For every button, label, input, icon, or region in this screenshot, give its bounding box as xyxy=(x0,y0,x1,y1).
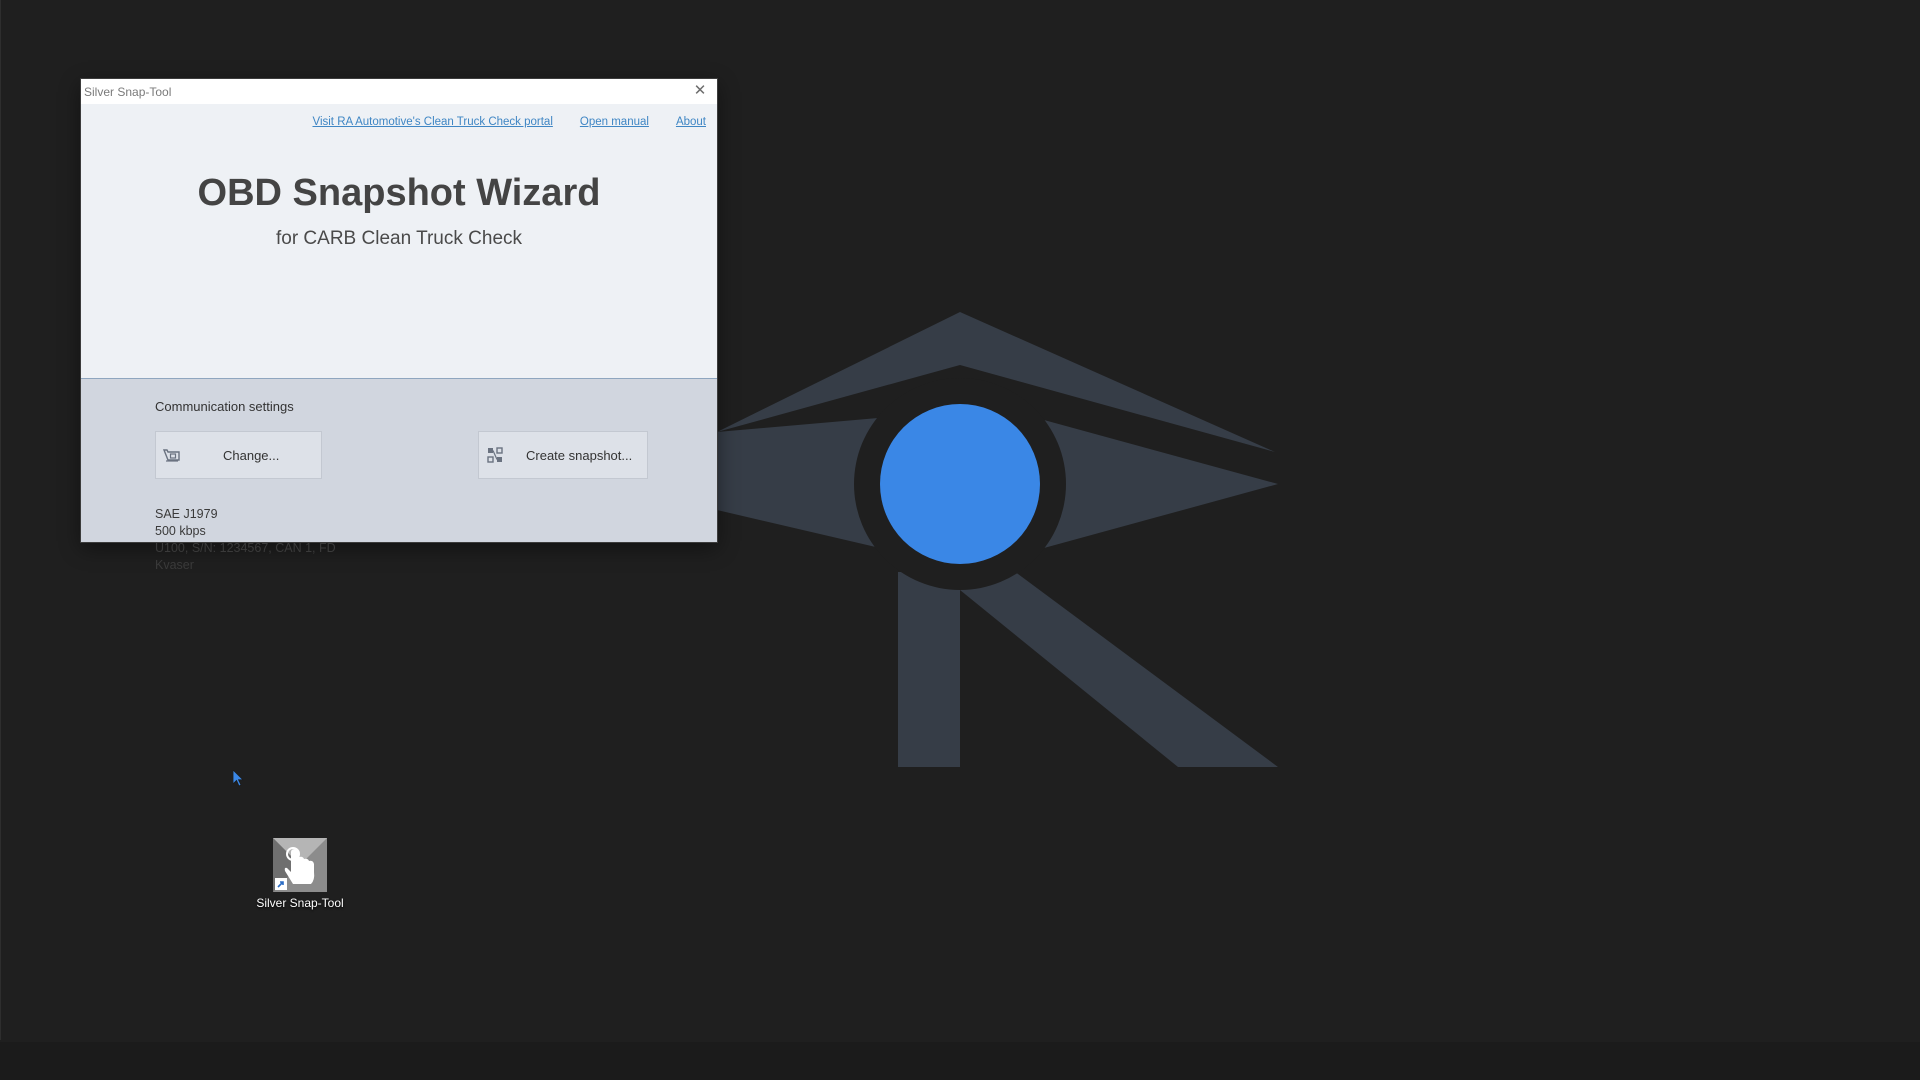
title-bar[interactable]: Silver Snap-Tool ✕ xyxy=(81,79,717,104)
wizard-header: Visit RA Automotive's Clean Truck Check … xyxy=(81,104,717,379)
logo-dot xyxy=(880,404,1040,564)
communication-settings-label: Communication settings xyxy=(155,399,294,414)
portal-link[interactable]: Visit RA Automotive's Clean Truck Check … xyxy=(312,116,552,128)
app-window: Silver Snap-Tool ✕ Visit RA Automotive's… xyxy=(81,79,717,572)
logo-leg xyxy=(960,568,1278,767)
protocol-text: SAE J1979 xyxy=(155,507,218,521)
desktop-shortcut-label: Silver Snap-Tool xyxy=(256,896,344,910)
open-manual-link[interactable]: Open manual xyxy=(580,116,649,128)
desktop-shortcut-silver-snap-tool[interactable]: Silver Snap-Tool xyxy=(250,838,350,910)
hand-touch-icon xyxy=(273,838,327,892)
change-button-label: Change... xyxy=(223,447,280,463)
mouse-cursor-icon xyxy=(233,770,244,787)
page-title: OBD Snapshot Wizard xyxy=(197,172,601,214)
settings-summary: SAE J1979 500 kbps U100, S/N: 1234567, C… xyxy=(155,506,336,574)
snapshot-icon xyxy=(484,444,506,466)
top-links: Visit RA Automotive's Clean Truck Check … xyxy=(312,116,706,128)
wizard-content: Communication settings Change... Create … xyxy=(81,379,717,572)
settings-device-icon xyxy=(161,444,183,466)
device-text: U100, S/N: 1234567, CAN 1, FD xyxy=(155,541,336,555)
bitrate-text: 500 kbps xyxy=(155,524,206,538)
vendor-text: Kvaser xyxy=(155,558,194,572)
window-title: Silver Snap-Tool xyxy=(84,85,172,99)
about-link[interactable]: About xyxy=(676,116,706,128)
change-button[interactable]: Change... xyxy=(155,431,322,479)
close-icon[interactable]: ✕ xyxy=(691,82,709,100)
desktop: Silver Snap-Tool ✕ Visit RA Automotive's… xyxy=(0,0,1920,1080)
create-snapshot-button[interactable]: Create snapshot... xyxy=(478,431,648,479)
page-subtitle: for CARB Clean Truck Check xyxy=(275,228,523,249)
logo-stem xyxy=(898,572,960,767)
create-snapshot-button-label: Create snapshot... xyxy=(526,447,633,463)
